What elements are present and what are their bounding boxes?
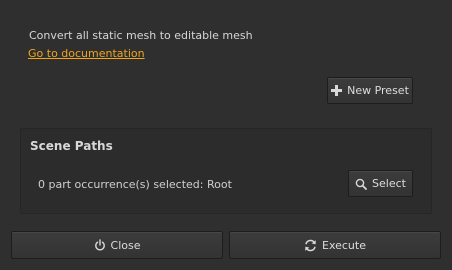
description-text: Convert all static mesh to editable mesh xyxy=(29,29,253,42)
scene-paths-title: Scene Paths xyxy=(30,139,113,153)
new-preset-label: New Preset xyxy=(347,84,409,97)
select-label: Select xyxy=(372,177,406,190)
close-label: Close xyxy=(110,238,141,252)
documentation-link[interactable]: Go to documentation xyxy=(28,47,145,60)
magnifier-icon xyxy=(355,178,367,190)
close-button[interactable]: Close xyxy=(11,231,223,259)
select-button[interactable]: Select xyxy=(348,170,413,197)
execute-label: Execute xyxy=(322,238,366,252)
execute-button[interactable]: Execute xyxy=(229,231,441,259)
refresh-icon xyxy=(304,239,317,252)
selection-status: 0 part occurrence(s) selected: Root xyxy=(38,178,232,191)
new-preset-button[interactable]: New Preset xyxy=(327,77,413,104)
scene-paths-panel: Scene Paths 0 part occurrence(s) selecte… xyxy=(20,128,432,214)
plus-icon xyxy=(331,85,343,96)
power-icon xyxy=(94,239,106,251)
